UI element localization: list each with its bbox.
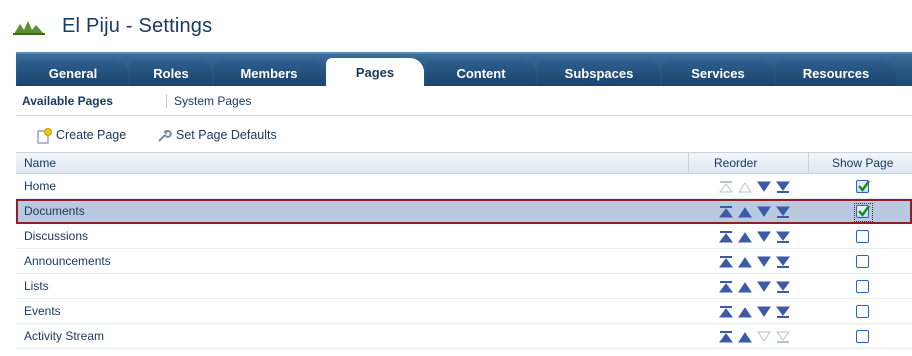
set-page-defaults-button[interactable]: Set Page Defaults <box>156 124 277 146</box>
focus-ring <box>854 203 873 222</box>
subnav: Available Pages System Pages <box>16 86 912 116</box>
move-bottom-icon[interactable] <box>775 305 791 319</box>
tab-general[interactable]: General <box>18 60 128 88</box>
page-name: Documents <box>24 204 85 218</box>
move-top-icon[interactable] <box>718 205 734 219</box>
tab-resources[interactable]: Resources <box>776 60 896 88</box>
move-top-icon[interactable] <box>718 255 734 269</box>
create-page-label: Create Page <box>56 128 127 142</box>
move-top-icon[interactable] <box>718 305 734 319</box>
move-top-icon[interactable] <box>718 280 734 294</box>
app-logo-icon <box>13 21 45 35</box>
move-top-icon <box>718 180 734 194</box>
tab-bar: General Roles Members Pages Content Subs… <box>16 52 912 88</box>
move-bottom-icon[interactable] <box>775 255 791 269</box>
reorder-controls <box>700 230 790 244</box>
subnav-system-pages[interactable]: System Pages <box>174 94 251 108</box>
table-row[interactable]: Home <box>16 174 912 199</box>
move-bottom-icon[interactable] <box>775 205 791 219</box>
move-up-icon[interactable] <box>737 305 753 319</box>
page-name: Discussions <box>24 229 89 243</box>
move-down-icon[interactable] <box>756 230 772 244</box>
subnav-available-pages[interactable]: Available Pages <box>22 94 113 108</box>
page-name: Lists <box>24 279 49 293</box>
move-down-icon[interactable] <box>756 305 772 319</box>
tab-pages[interactable]: Pages <box>326 58 424 88</box>
move-up-icon <box>737 180 753 194</box>
title-bar: El Piju - Settings <box>0 0 912 52</box>
move-top-icon[interactable] <box>718 330 734 344</box>
move-top-icon[interactable] <box>718 230 734 244</box>
move-down-icon[interactable] <box>756 255 772 269</box>
reorder-controls <box>700 330 790 344</box>
wrench-icon <box>158 129 172 142</box>
subnav-separator <box>166 94 167 108</box>
tab-subspaces[interactable]: Subspaces <box>538 60 660 88</box>
move-up-icon[interactable] <box>737 205 753 219</box>
move-up-icon[interactable] <box>737 255 753 269</box>
table-row[interactable]: Announcements <box>16 249 912 274</box>
reorder-controls <box>700 205 790 219</box>
page-name: Activity Stream <box>24 329 105 343</box>
show-page-checkbox[interactable] <box>856 305 869 318</box>
move-bottom-icon <box>775 330 791 344</box>
column-header-show-page: Show Page <box>832 156 894 170</box>
move-bottom-icon[interactable] <box>775 180 791 194</box>
move-up-icon[interactable] <box>737 330 753 344</box>
show-page-checkbox[interactable] <box>856 230 869 243</box>
reorder-controls <box>700 280 790 294</box>
show-page-checkbox[interactable] <box>856 255 869 268</box>
checkmark-icon <box>858 180 870 192</box>
reorder-controls <box>700 180 790 194</box>
move-up-icon[interactable] <box>737 280 753 294</box>
move-down-icon <box>756 330 772 344</box>
tab-content[interactable]: Content <box>426 60 536 88</box>
column-header-reorder: Reorder <box>714 156 758 170</box>
create-page-icon <box>37 127 52 144</box>
move-down-icon[interactable] <box>756 280 772 294</box>
move-down-icon[interactable] <box>756 205 772 219</box>
page-name: Announcements <box>24 254 111 268</box>
show-page-checkbox[interactable] <box>856 180 870 193</box>
tab-roles[interactable]: Roles <box>130 60 212 88</box>
table-header: Name Reorder Show Page <box>16 152 912 175</box>
move-down-icon[interactable] <box>756 180 772 194</box>
show-page-checkbox[interactable] <box>854 203 873 222</box>
reorder-controls <box>700 305 790 319</box>
table-row[interactable]: Lists <box>16 274 912 299</box>
move-up-icon[interactable] <box>737 230 753 244</box>
set-page-defaults-label: Set Page Defaults <box>176 128 277 142</box>
column-divider <box>688 153 689 175</box>
table-row[interactable]: Documents <box>16 199 912 224</box>
toolbar: Create Page Set Page Defaults <box>16 118 912 152</box>
tab-members[interactable]: Members <box>214 60 324 88</box>
column-divider <box>808 153 809 175</box>
column-header-name[interactable]: Name <box>24 156 56 170</box>
page-name: Events <box>24 304 61 318</box>
move-bottom-icon[interactable] <box>775 280 791 294</box>
table-row[interactable]: Activity Stream <box>16 324 912 349</box>
table-row[interactable]: Discussions <box>16 224 912 249</box>
show-page-checkbox[interactable] <box>856 280 869 293</box>
reorder-controls <box>700 255 790 269</box>
create-page-button[interactable]: Create Page <box>36 124 126 146</box>
tab-services[interactable]: Services <box>662 60 774 88</box>
move-bottom-icon[interactable] <box>775 230 791 244</box>
show-page-checkbox[interactable] <box>856 330 869 343</box>
page-title: El Piju - Settings <box>62 15 213 37</box>
table-row[interactable]: Events <box>16 299 912 324</box>
page-name: Home <box>24 179 57 193</box>
